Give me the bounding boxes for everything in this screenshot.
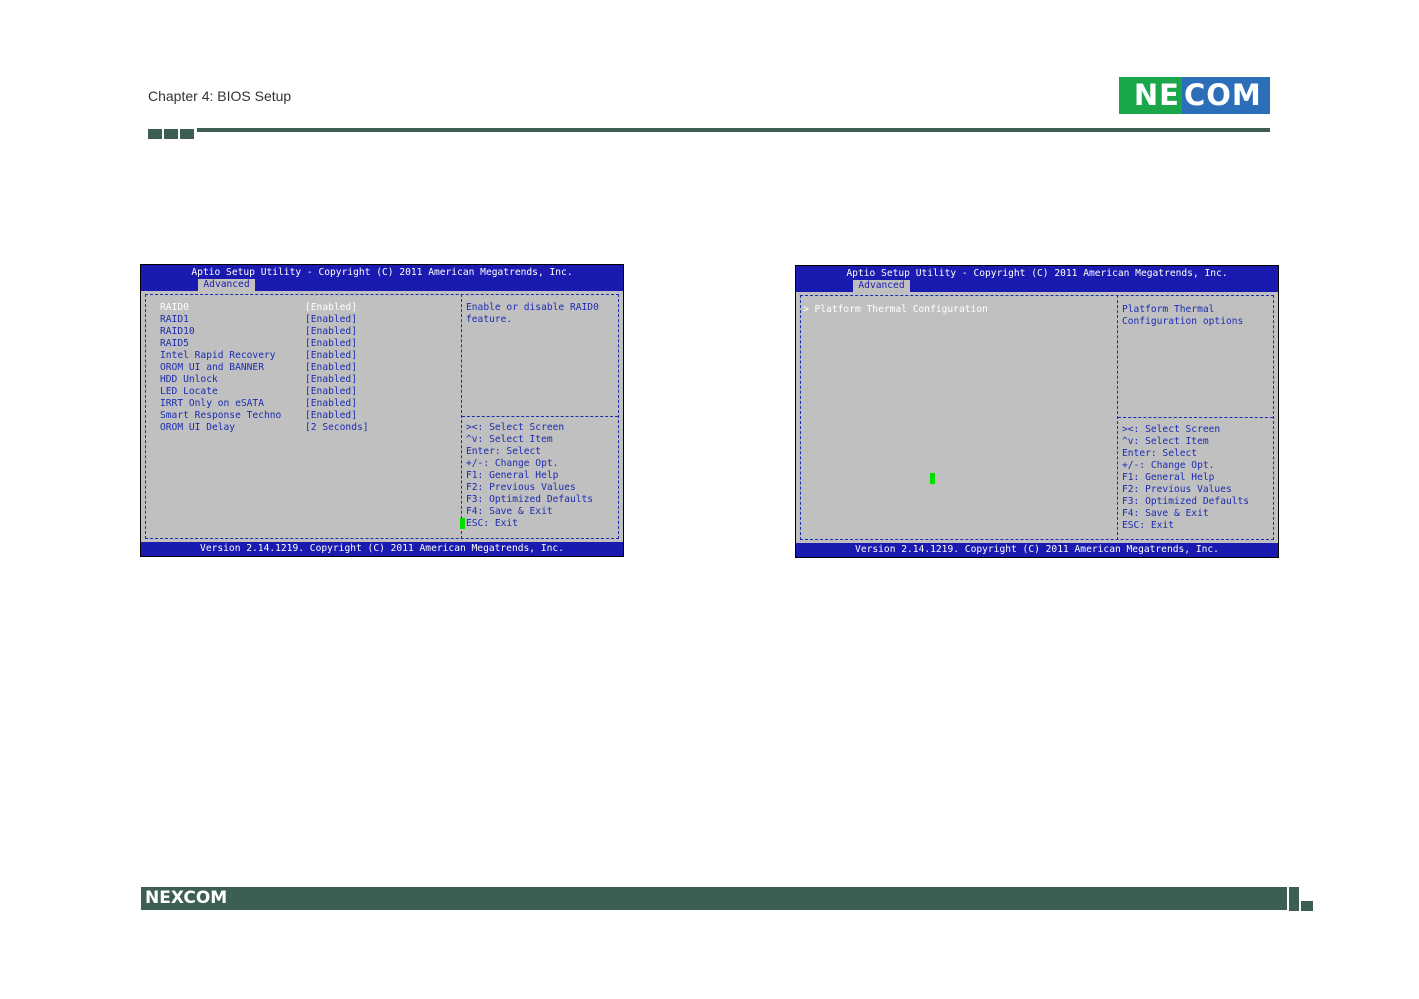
- tab-advanced[interactable]: Advanced: [198, 279, 255, 291]
- help-separator: [1118, 417, 1273, 418]
- menu-item-label[interactable]: OROM UI Delay: [160, 422, 235, 434]
- menu-item-value[interactable]: [Enabled]: [305, 314, 357, 326]
- help-text: Platform Thermal: [1122, 304, 1215, 315]
- menu-item-label[interactable]: Smart Response Techno: [160, 410, 281, 422]
- chapter-title: Chapter 4: BIOS Setup: [148, 88, 292, 104]
- menu-item-value[interactable]: [Enabled]: [305, 374, 357, 386]
- bios-footer: Version 2.14.1219. Copyright (C) 2011 Am…: [141, 542, 623, 556]
- menu-item-value[interactable]: [Enabled]: [305, 386, 357, 398]
- bios-footer: Version 2.14.1219. Copyright (C) 2011 Am…: [796, 543, 1278, 557]
- footer-logo: NEXCOM: [145, 888, 228, 908]
- logo-right: COM: [1182, 77, 1270, 114]
- key-hint: F1: General Help: [1122, 472, 1215, 483]
- menu-item-label[interactable]: OROM UI and BANNER: [160, 362, 264, 374]
- nexcom-logo: NE COM: [1119, 77, 1270, 114]
- menu-item-value[interactable]: [2 Seconds]: [305, 422, 369, 434]
- key-hint: ><: Select Screen: [1122, 424, 1221, 435]
- menu-item-label[interactable]: RAID5: [160, 338, 189, 350]
- key-hint: Enter: Select: [466, 446, 542, 457]
- menu-item-label[interactable]: RAID1: [160, 314, 189, 326]
- key-hint: F2: Previous Values: [1122, 484, 1232, 495]
- menu-item-label[interactable]: RAID10: [160, 326, 195, 338]
- menu-item-value[interactable]: [Enabled]: [305, 326, 357, 338]
- bios-screen-thermal: Aptio Setup Utility - Copyright (C) 2011…: [795, 265, 1279, 558]
- key-hint: ^v: Select Item: [466, 434, 553, 445]
- bios-screen-raid: Aptio Setup Utility - Copyright (C) 2011…: [140, 264, 624, 557]
- key-hint: ><: Select Screen: [466, 422, 565, 433]
- key-hint: F2: Previous Values: [466, 482, 576, 493]
- bios-title: Aptio Setup Utility - Copyright (C) 2011…: [846, 268, 1228, 279]
- logo-left: NE: [1119, 77, 1182, 114]
- menu-item-value[interactable]: [Enabled]: [305, 302, 357, 314]
- key-hint: F4: Save & Exit: [466, 506, 553, 517]
- help-text: Configuration options: [1122, 316, 1244, 327]
- tab-advanced[interactable]: Advanced: [853, 280, 910, 292]
- key-hint: ESC: Exit: [466, 518, 518, 529]
- menu-item-label[interactable]: Intel Rapid Recovery: [160, 350, 276, 362]
- menu-item-value[interactable]: [Enabled]: [305, 398, 357, 410]
- menu-item-value[interactable]: [Enabled]: [305, 350, 357, 362]
- help-text: feature.: [466, 314, 513, 325]
- help-text: Enable or disable RAID0: [466, 302, 599, 313]
- text-cursor: [930, 473, 935, 484]
- footer-corner-mark: [1289, 887, 1313, 911]
- key-hint: ESC: Exit: [1122, 520, 1174, 531]
- header-squares: [148, 129, 194, 139]
- menu-item-label[interactable]: IRRT Only on eSATA: [160, 398, 264, 410]
- footer-bar: [141, 887, 1287, 910]
- bios-title: Aptio Setup Utility - Copyright (C) 2011…: [191, 267, 573, 278]
- header-rule: [197, 128, 1270, 132]
- key-hint: F1: General Help: [466, 470, 559, 481]
- key-hint: F3: Optimized Defaults: [466, 494, 594, 505]
- menu-item-platform-thermal[interactable]: > Platform Thermal Configuration: [803, 304, 988, 316]
- help-separator: [462, 416, 618, 417]
- menu-item-value[interactable]: [Enabled]: [305, 362, 357, 374]
- menu-item-label[interactable]: RAID0: [160, 302, 189, 314]
- key-hint: Enter: Select: [1122, 448, 1198, 459]
- menu-item-value[interactable]: [Enabled]: [305, 338, 357, 350]
- menu-item-value[interactable]: [Enabled]: [305, 410, 357, 422]
- key-hint: ^v: Select Item: [1122, 436, 1209, 447]
- key-hint: +/-: Change Opt.: [466, 458, 559, 469]
- text-cursor: [460, 518, 465, 529]
- key-hint: F3: Optimized Defaults: [1122, 496, 1250, 507]
- menu-item-label[interactable]: HDD Unlock: [160, 374, 218, 386]
- menu-item-label[interactable]: LED Locate: [160, 386, 218, 398]
- key-hint: +/-: Change Opt.: [1122, 460, 1215, 471]
- key-hint: F4: Save & Exit: [1122, 508, 1209, 519]
